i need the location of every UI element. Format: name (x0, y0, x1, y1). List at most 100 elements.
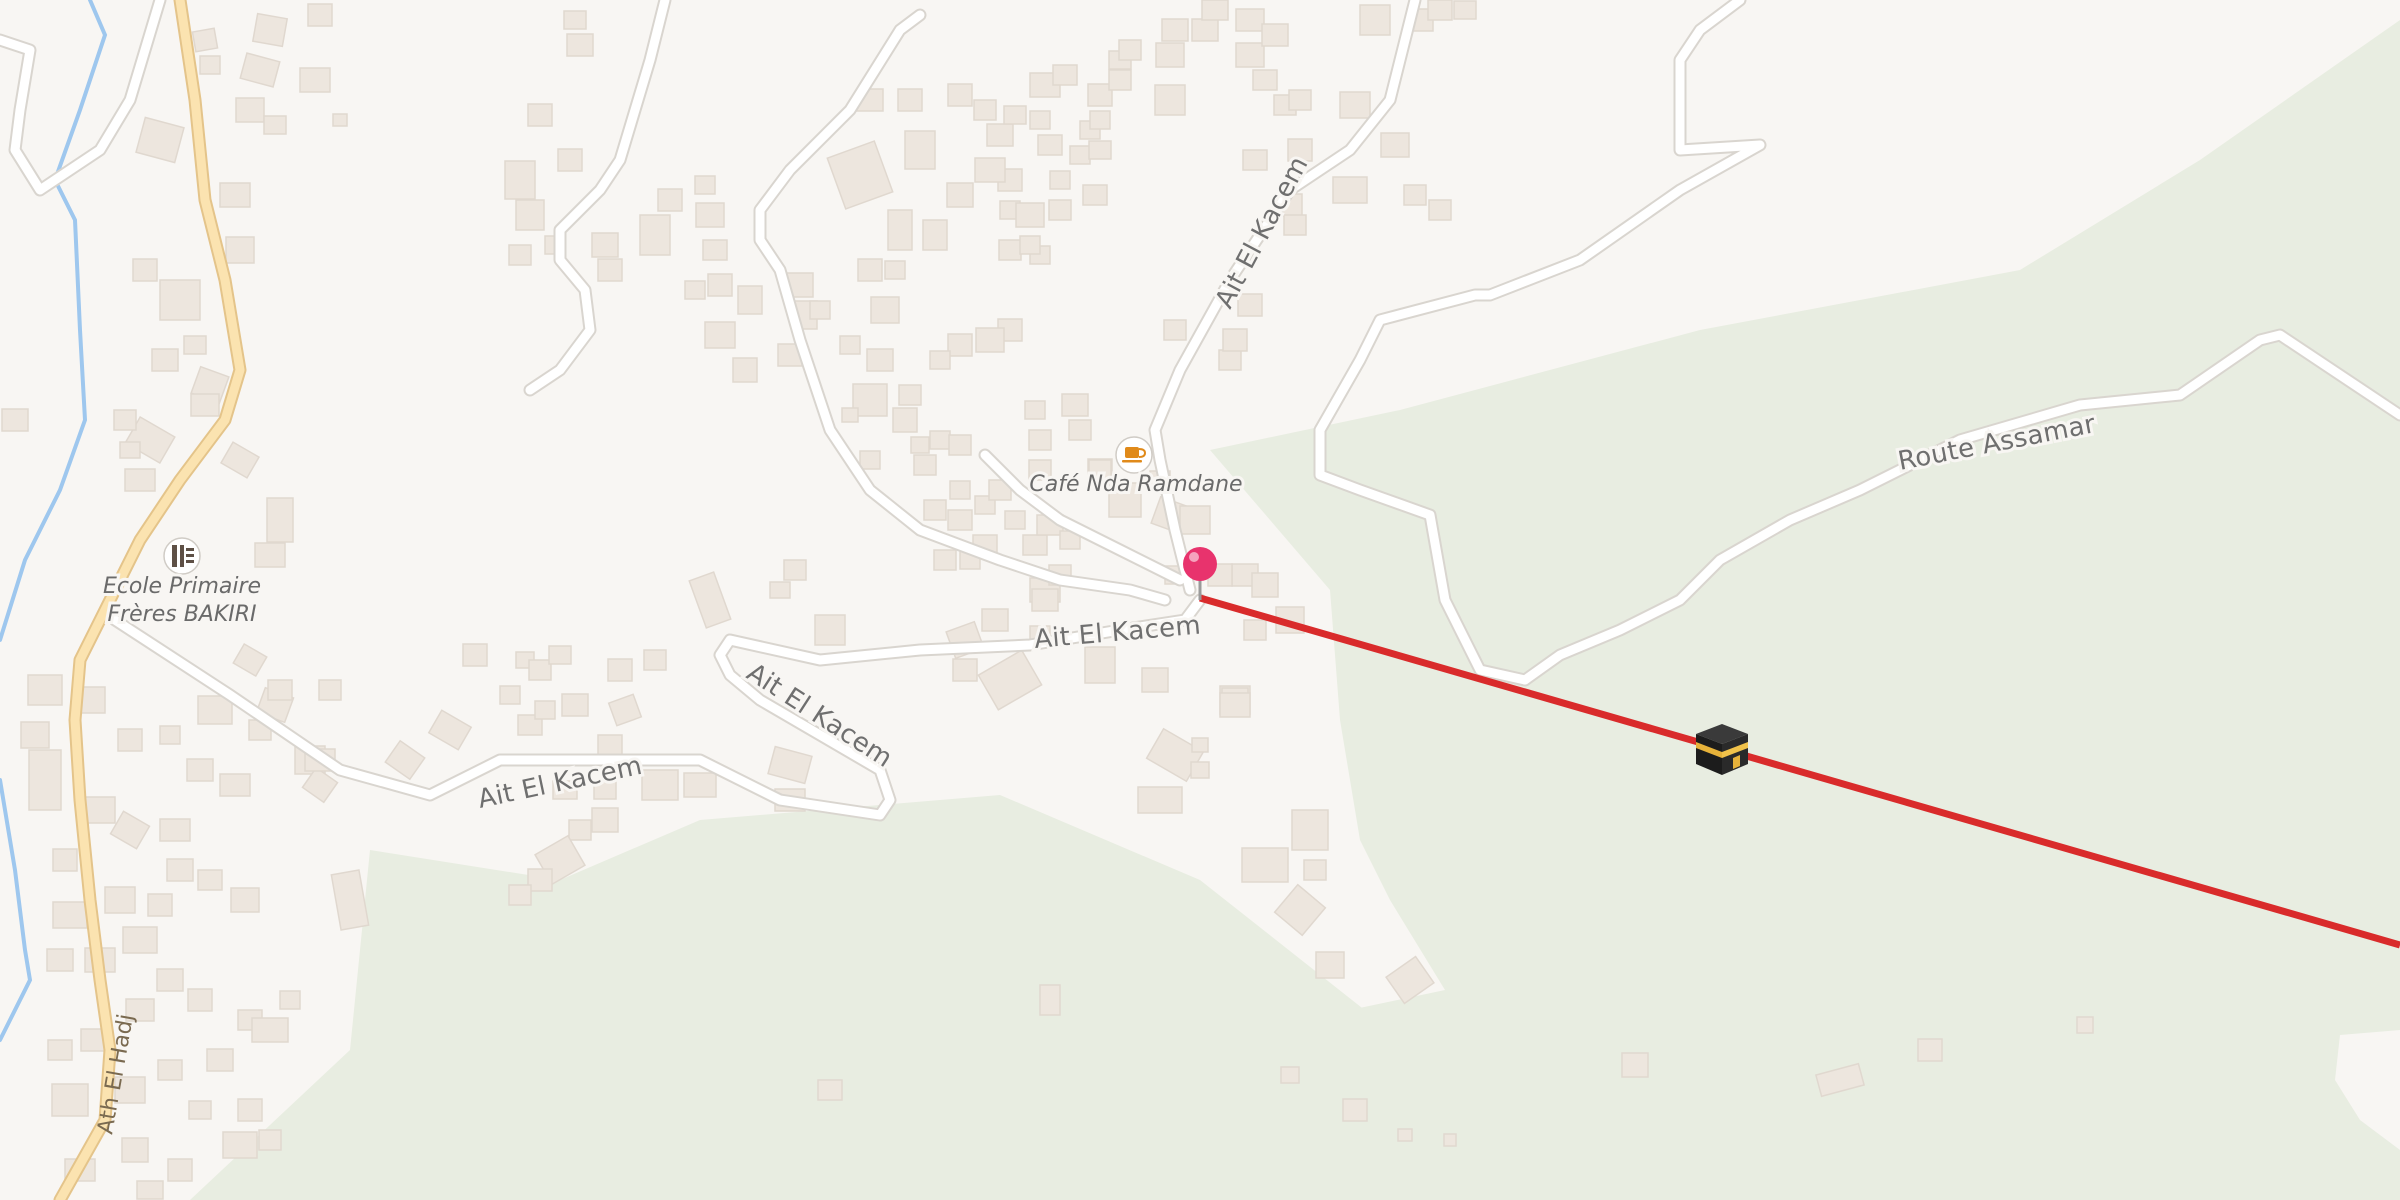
building (1235, 8, 1265, 32)
building (1154, 84, 1186, 116)
building (857, 258, 883, 282)
building (986, 123, 1014, 147)
building (1241, 847, 1289, 883)
building (219, 182, 251, 208)
building (1024, 400, 1046, 420)
building (607, 693, 643, 727)
building (694, 175, 716, 195)
building (206, 1048, 234, 1072)
building (1303, 859, 1327, 881)
poi-label-school-line2: Frères BAKIRI (107, 602, 256, 627)
building (1082, 184, 1108, 206)
building (1137, 786, 1183, 814)
building (1039, 984, 1061, 1016)
building (1052, 64, 1078, 86)
building (159, 725, 181, 745)
building (870, 296, 900, 324)
building (977, 649, 1043, 711)
building (591, 807, 619, 833)
building (639, 214, 671, 256)
building (841, 407, 859, 423)
building (866, 348, 894, 372)
building (704, 321, 736, 349)
building (159, 818, 191, 842)
building (117, 728, 143, 752)
building (237, 1098, 263, 1122)
building (1191, 737, 1209, 753)
building (1315, 951, 1345, 979)
building (1359, 4, 1391, 36)
building (1291, 809, 1329, 851)
building (258, 1129, 282, 1151)
building (1069, 145, 1091, 165)
building (1242, 149, 1268, 171)
building (783, 559, 807, 581)
poi-label-cafe: Café Nda Ramdane (1029, 472, 1242, 497)
building (947, 509, 973, 531)
building (188, 1100, 212, 1120)
road-label-ait-el-kacem-2: Ait El Kacem (741, 658, 898, 774)
building (1084, 646, 1116, 684)
building (933, 549, 957, 571)
building (156, 968, 184, 992)
building (817, 1079, 843, 1101)
poi-label-school-line1: Ecole Primaire (103, 574, 261, 599)
building (1048, 199, 1072, 221)
building (330, 869, 370, 931)
building (974, 157, 1006, 183)
building (1068, 419, 1092, 441)
building (975, 327, 1005, 353)
building (159, 279, 201, 321)
building (197, 869, 223, 891)
building (46, 948, 74, 972)
building (1403, 184, 1427, 206)
building (1201, 0, 1229, 21)
building (267, 679, 293, 701)
building (684, 280, 706, 300)
building (1288, 89, 1312, 111)
building (166, 858, 194, 882)
poi-school[interactable]: Ecole Primaire Frères BAKIRI (100, 537, 264, 630)
building (515, 199, 545, 231)
building (1, 408, 29, 432)
building (767, 745, 813, 785)
building (2076, 1016, 2094, 1034)
building (254, 542, 286, 568)
building (707, 273, 733, 297)
building (1342, 1098, 1368, 1122)
building (222, 1131, 258, 1159)
building (508, 884, 532, 906)
building (1222, 328, 1248, 352)
building (28, 749, 62, 811)
building (20, 721, 50, 749)
building (1332, 176, 1368, 204)
building (566, 33, 594, 57)
building (266, 497, 294, 543)
map-canvas[interactable]: Ait El Kacem Ait El Kacem Ait El Kacem A… (0, 0, 2400, 1200)
building (191, 27, 219, 53)
building (981, 608, 1009, 632)
building (499, 685, 521, 705)
building (607, 658, 633, 682)
building (151, 348, 179, 372)
building (199, 55, 221, 75)
building (657, 188, 683, 212)
building (892, 407, 918, 433)
building (732, 357, 758, 383)
building (384, 739, 426, 781)
building (84, 796, 116, 824)
building (597, 734, 623, 756)
building (561, 693, 589, 717)
building (427, 709, 473, 751)
building (104, 886, 136, 914)
building (922, 219, 948, 251)
building (332, 113, 348, 127)
map-view[interactable]: Ait El Kacem Ait El Kacem Ait El Kacem A… (0, 0, 2400, 1200)
building (1427, 0, 1453, 21)
building (1029, 110, 1051, 130)
building (219, 441, 261, 479)
building (147, 893, 173, 917)
building (548, 645, 572, 665)
building (910, 436, 930, 454)
poi-cafe[interactable]: Café Nda Ramdane (1026, 436, 1246, 500)
